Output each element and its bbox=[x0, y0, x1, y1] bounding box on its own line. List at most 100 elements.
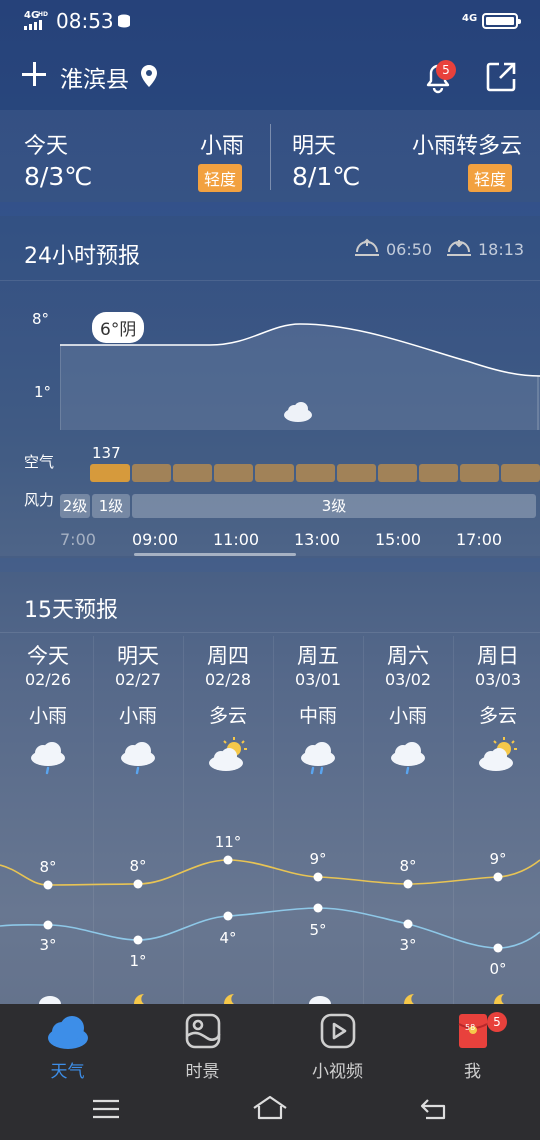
y-axis-low: 1° bbox=[34, 383, 52, 401]
low-temp: 4° bbox=[219, 929, 237, 947]
day-date: 02/26 bbox=[24, 670, 72, 689]
hourly-timeline[interactable]: 7:00 09:00 11:00 13:00 15:00 17:00 bbox=[60, 522, 540, 554]
tab-me[interactable]: 58 5 我 bbox=[405, 1012, 540, 1082]
tomorrow-label: 明天 bbox=[292, 134, 337, 159]
tab-video[interactable]: 小视频 bbox=[270, 1012, 405, 1082]
status-bar: 4G HD 08:53 4G bbox=[0, 0, 540, 40]
wind-level: 3级 bbox=[132, 494, 536, 518]
battery-icon bbox=[482, 13, 521, 29]
current-temp-bubble: 6°阴 bbox=[92, 312, 145, 343]
add-city-button[interactable] bbox=[22, 62, 46, 86]
partly-cloudy-icon bbox=[209, 737, 247, 771]
moon-icon bbox=[494, 994, 504, 1004]
day-column[interactable]: 周日 03/03 多云 bbox=[453, 640, 540, 728]
partly-cloudy-icon bbox=[479, 737, 517, 771]
aq-bar bbox=[173, 464, 212, 482]
aq-bar bbox=[337, 464, 376, 482]
sunset-time: 18:13 bbox=[478, 240, 525, 259]
divider bbox=[0, 280, 540, 281]
day-date: 03/02 bbox=[384, 670, 432, 689]
day-column[interactable]: 周四 02/28 多云 bbox=[183, 640, 273, 728]
low-temp: 1° bbox=[129, 952, 147, 970]
tab-label: 天气 bbox=[50, 1062, 85, 1082]
tab-label: 时景 bbox=[185, 1062, 220, 1082]
day-name: 周六 bbox=[387, 644, 429, 668]
daily-title: 15天预报 bbox=[24, 598, 118, 623]
hour-label: 15:00 bbox=[375, 530, 422, 549]
today-weather: 小雨 bbox=[200, 134, 245, 159]
hour-label: 11:00 bbox=[213, 530, 260, 549]
wind-label: 风力 bbox=[24, 491, 55, 509]
scenery-icon bbox=[185, 1013, 220, 1049]
aq-bar bbox=[296, 464, 335, 482]
day-weather: 中雨 bbox=[298, 705, 337, 727]
clock: 08:53 bbox=[56, 9, 114, 33]
tab-label: 小视频 bbox=[312, 1062, 363, 1082]
aq-bar bbox=[214, 464, 253, 482]
high-temp: 8° bbox=[399, 857, 417, 875]
low-temp: 3° bbox=[39, 936, 57, 954]
city-name[interactable]: 淮滨县 bbox=[60, 60, 129, 94]
tab-weather[interactable]: 天气 bbox=[0, 1012, 135, 1082]
moon-icon bbox=[404, 994, 414, 1004]
section-divider bbox=[0, 202, 540, 216]
daily-temp-chart bbox=[0, 855, 540, 953]
divider bbox=[0, 632, 540, 633]
bottom-nav: 天气 时景 小视频 58 5 我 bbox=[0, 1004, 540, 1084]
signal-icon bbox=[24, 20, 46, 30]
aq-bar bbox=[255, 464, 294, 482]
day-column[interactable]: 明天 02/27 小雨 bbox=[93, 640, 183, 728]
back-icon[interactable] bbox=[420, 1096, 448, 1120]
sunrise-icon bbox=[355, 238, 379, 256]
day-name: 明天 bbox=[117, 644, 159, 668]
rain-cloud-icon bbox=[31, 742, 65, 775]
night-cloud-icon bbox=[309, 996, 331, 1004]
low-temp: 3° bbox=[399, 936, 417, 954]
air-label: 空气 bbox=[24, 453, 55, 471]
rain-cloud-icon bbox=[121, 742, 155, 775]
wind-level: 2级 bbox=[60, 494, 90, 518]
high-temp: 9° bbox=[309, 850, 327, 868]
day-date: 03/01 bbox=[294, 670, 342, 689]
low-temp: 0° bbox=[489, 960, 507, 978]
cloud-icon bbox=[284, 402, 312, 422]
section-divider bbox=[0, 558, 540, 572]
tab-scenery[interactable]: 时景 bbox=[135, 1012, 270, 1082]
menu-icon[interactable] bbox=[92, 1098, 120, 1120]
day-column[interactable]: 周六 03/02 小雨 bbox=[363, 640, 453, 728]
day-name: 今天 bbox=[27, 644, 69, 668]
moon-icon bbox=[134, 994, 144, 1004]
divider bbox=[270, 124, 271, 190]
day-date: 02/27 bbox=[114, 670, 162, 689]
sunrise-time: 06:50 bbox=[386, 240, 433, 259]
day-name: 周五 bbox=[297, 644, 339, 668]
hourly-title: 24小时预报 bbox=[24, 244, 140, 269]
data-saver-icon bbox=[118, 14, 130, 28]
share-icon[interactable] bbox=[484, 60, 518, 94]
day-weather: 多云 bbox=[208, 705, 247, 727]
hd-label: HD bbox=[38, 11, 49, 18]
today-label: 今天 bbox=[24, 134, 69, 159]
tab-label: 我 bbox=[464, 1062, 481, 1082]
day-weather: 多云 bbox=[478, 705, 517, 727]
hour-label: 7:00 bbox=[60, 530, 96, 549]
network-indicator-right: 4G bbox=[462, 13, 478, 24]
aq-bar bbox=[90, 464, 130, 482]
rain-cloud-icon bbox=[301, 742, 335, 775]
home-icon[interactable] bbox=[252, 1094, 288, 1120]
system-nav-bar bbox=[0, 1084, 540, 1140]
day-column[interactable]: 周五 03/01 中雨 bbox=[273, 640, 363, 728]
day-name: 周四 bbox=[207, 644, 249, 668]
me-badge: 5 bbox=[487, 1012, 507, 1032]
day-column[interactable]: 今天 02/26 小雨 bbox=[3, 640, 93, 728]
notification-button[interactable]: 5 bbox=[420, 58, 456, 94]
hour-label: 13:00 bbox=[294, 530, 341, 549]
tomorrow-temp: 8/1℃ bbox=[292, 162, 361, 191]
today-temp: 8/3℃ bbox=[24, 162, 93, 191]
aq-bar bbox=[501, 464, 540, 482]
high-temp: 9° bbox=[489, 850, 507, 868]
aq-bar bbox=[460, 464, 499, 482]
day-date: 03/03 bbox=[474, 670, 522, 689]
day-date: 02/28 bbox=[204, 670, 252, 689]
day-weather: 小雨 bbox=[118, 705, 157, 727]
